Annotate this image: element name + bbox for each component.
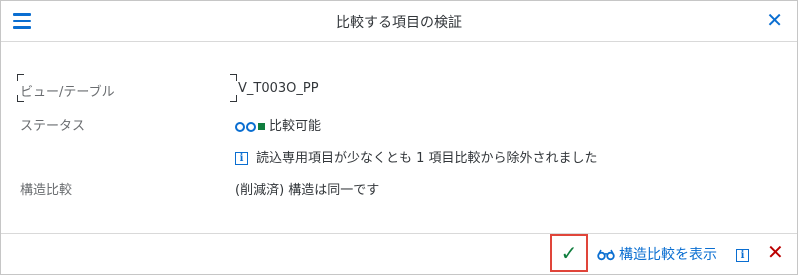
dialog-body: ビュー/テーブル V_T003O_PP ステータス 比較可能 i 読込専用項目が少… [1, 43, 797, 233]
view-table-value: V_T003O_PP [238, 81, 319, 96]
close-icon[interactable]: ✕ [766, 10, 783, 30]
focus-corner-top-left [17, 74, 24, 81]
status-lights-icon [235, 119, 265, 134]
focus-corner-bottom-right [230, 95, 237, 102]
dialog-title: 比較する項目の検証 [336, 15, 462, 31]
info-icon: i [235, 152, 248, 165]
structure-compare-value: (削減済) 構造は同一です [235, 183, 380, 198]
dialog: 比較する項目の検証 ✕ ビュー/テーブル V_T003O_PP ステータス 比較… [0, 0, 798, 275]
focus-corner-top-right [230, 74, 237, 81]
status-value-row: 比較可能 [235, 115, 321, 134]
structure-compare-label: 構造比較 [20, 183, 73, 198]
view-table-label: ビュー/テーブル [20, 85, 115, 100]
status-message-row: i 読込専用項目が少なくとも 1 項目比較から除外されました [235, 147, 598, 166]
glasses-icon [597, 249, 615, 261]
checkmark-icon: ✓ [560, 241, 578, 265]
dialog-header: 比較する項目の検証 ✕ [1, 1, 797, 42]
cancel-icon[interactable]: ✕ [767, 240, 784, 264]
info-icon: i [736, 249, 749, 262]
status-value: 比較可能 [269, 119, 322, 134]
show-structure-compare-label: 構造比較を表示 [619, 247, 717, 263]
dialog-footer: ✓ 構造比較を表示 i ✕ [1, 233, 797, 274]
status-message: 読込専用項目が少なくとも 1 項目比較から除外されました [256, 151, 598, 166]
info-button[interactable]: i [736, 245, 749, 264]
show-structure-compare-button[interactable]: 構造比較を表示 [597, 244, 717, 264]
ok-button[interactable]: ✓ [550, 234, 588, 272]
status-label: ステータス [20, 119, 86, 134]
